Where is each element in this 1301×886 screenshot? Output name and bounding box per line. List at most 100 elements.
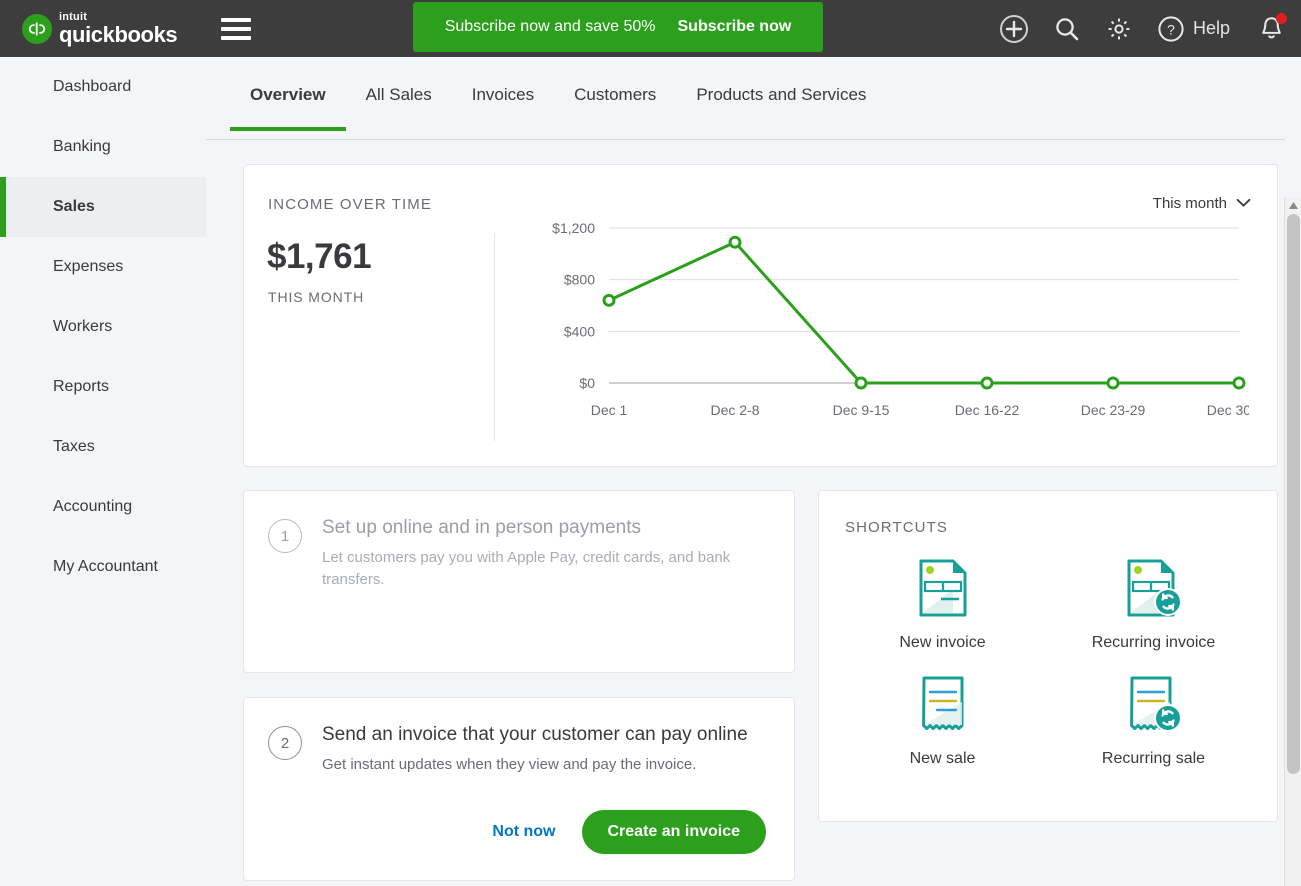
sidebar-item-reports[interactable]: Reports <box>0 357 206 417</box>
chart-y-tick-label: $0 <box>579 375 595 391</box>
step-body: Set up online and in person payments Let… <box>322 517 766 590</box>
help-button[interactable]: ? Help <box>1157 15 1230 43</box>
chart-y-tick-label: $400 <box>564 323 595 339</box>
chart-x-tick-label: Dec 2-8 <box>710 402 759 418</box>
step-title: Set up online and in person payments <box>322 517 641 538</box>
step-row: 1 Set up online and in person payments L… <box>268 517 766 590</box>
sidebar-item-label: Reports <box>53 378 110 395</box>
gear-icon[interactable] <box>1105 15 1133 43</box>
shortcut-new-sale[interactable]: New sale <box>837 674 1048 768</box>
promo-message: Subscribe now and save 50% <box>444 18 656 35</box>
not-now-button[interactable]: Not now <box>492 823 555 841</box>
period-dropdown[interactable]: This month <box>1153 195 1251 212</box>
subscribe-now-button[interactable]: Subscribe now <box>678 18 792 36</box>
sidebar-item-accounting[interactable]: Accounting <box>0 477 206 537</box>
shortcut-label: Recurring sale <box>1101 750 1206 767</box>
sidebar-item-workers[interactable]: Workers <box>0 297 206 357</box>
step-spacer <box>268 590 766 646</box>
main-content: Overview All Sales Invoices Customers Pr… <box>206 57 1301 886</box>
scroll-up-arrow-icon[interactable] <box>1285 197 1301 214</box>
chart-svg: $0 $400 $800 $1,200 Dec 1 Dec 2-8 Dec 9-15 Dec … <box>552 220 1271 418</box>
help-circle-icon: ? <box>1157 15 1185 43</box>
setup-step-1-card: 1 Set up online and in person payments L… <box>243 490 795 674</box>
scrollbar-thumb[interactable] <box>1287 214 1300 774</box>
tab-invoices[interactable]: Invoices <box>452 85 554 131</box>
tab-all-sales[interactable]: All Sales <box>346 85 452 131</box>
tab-label: All Sales <box>365 85 432 104</box>
sidebar-item-expenses[interactable]: Expenses <box>0 237 206 297</box>
sidebar-item-label: Banking <box>53 138 111 155</box>
tab-label: Products and Services <box>696 85 867 104</box>
invoice-document-icon <box>915 558 971 623</box>
tab-label: Customers <box>574 85 657 104</box>
sidebar-item-label: Workers <box>53 318 113 335</box>
income-line-chart: $0 $400 $800 $1,200 Dec 1 Dec 2-8 Dec 9-15 Dec … <box>519 220 1271 435</box>
setup-step-2-card: 2 Send an invoice that your customer can… <box>243 697 795 881</box>
create-an-invoice-button[interactable]: Create an invoice <box>581 809 766 854</box>
step-row: 2 Send an invoice that your customer can… <box>268 724 766 776</box>
sidebar-item-my-accountant[interactable]: My Accountant <box>0 537 206 597</box>
search-icon[interactable] <box>1053 15 1081 43</box>
income-period-label: THIS MONTH <box>268 289 365 305</box>
top-navigation-bar: intuit quickbooks Subscribe now and save… <box>0 0 1301 57</box>
chart-data-point <box>1106 376 1120 390</box>
sidebar-item-label: My Accountant <box>53 558 158 575</box>
step-description: Let customers pay you with Apple Pay, cr… <box>322 548 731 588</box>
shortcut-new-invoice[interactable]: New invoice <box>837 558 1048 652</box>
quickbooks-logo[interactable]: intuit quickbooks <box>22 10 178 46</box>
shortcuts-grid: New invoice Recurring invoice New sale R… <box>819 558 1277 768</box>
sidebar-item-label: Taxes <box>53 438 95 455</box>
sidebar-item-taxes[interactable]: Taxes <box>0 417 206 477</box>
tab-customers[interactable]: Customers <box>554 85 676 131</box>
shortcuts-title: SHORTCUTS <box>845 519 948 536</box>
sidebar-item-banking[interactable]: Banking <box>0 117 206 177</box>
tab-label: Invoices <box>471 85 535 104</box>
chart-x-tick-label: Dec 16-22 <box>955 402 1020 418</box>
chart-data-point <box>602 293 616 307</box>
setup-steps-column: 1 Set up online and in person payments L… <box>243 490 795 881</box>
sidebar-item-label: Expenses <box>53 258 124 275</box>
subscribe-promo-banner[interactable]: Subscribe now and save 50% Subscribe now <box>413 2 823 52</box>
step-title: Send an invoice that your customer can p… <box>322 724 748 746</box>
shortcut-label: Recurring invoice <box>1091 634 1216 651</box>
bell-icon[interactable] <box>1258 12 1287 43</box>
shortcut-recurring-sale[interactable]: Recurring sale <box>1048 674 1259 768</box>
chart-data-point <box>980 376 994 390</box>
recurring-invoice-icon <box>1123 558 1185 623</box>
help-label: Help <box>1192 18 1230 38</box>
chart-data-point <box>854 376 868 390</box>
chart-x-tick-label: Dec 1 <box>591 402 628 418</box>
quickbooks-app: intuit quickbooks Subscribe now and save… <box>0 0 1301 886</box>
svg-text:?: ? <box>1167 21 1175 37</box>
sidebar-navigation: Dashboard Banking Sales Expenses Workers… <box>0 57 206 886</box>
sidebar-item-dashboard[interactable]: Dashboard <box>0 57 206 117</box>
chart-x-tick-label: Dec 30-31 <box>1207 402 1249 418</box>
shortcut-recurring-invoice[interactable]: Recurring invoice <box>1048 558 1259 652</box>
chart-data-point <box>728 235 742 249</box>
recurring-sales-receipt-icon <box>1123 674 1185 739</box>
sidebar-item-label: Accounting <box>53 498 133 515</box>
overview-cards: INCOME OVER TIME $1,761 THIS MONTH This … <box>206 140 1301 886</box>
step-number-badge: 1 <box>268 519 302 553</box>
page-scrollbar[interactable] <box>1284 197 1301 886</box>
sidebar-item-sales[interactable]: Sales <box>0 177 206 237</box>
sidebar-item-label: Sales <box>53 198 95 215</box>
step-number-badge: 2 <box>268 726 302 761</box>
top-bar-actions: ? Help <box>999 0 1287 57</box>
shortcut-label: New invoice <box>899 634 986 651</box>
plus-circle-icon[interactable] <box>999 14 1029 44</box>
sales-receipt-icon <box>915 674 971 739</box>
period-dropdown-value: This month <box>1152 195 1227 212</box>
hamburger-menu-icon[interactable] <box>221 17 252 40</box>
notification-badge <box>1276 12 1287 24</box>
tab-label: Overview <box>250 85 326 104</box>
tab-overview[interactable]: Overview <box>230 85 346 131</box>
tab-products-and-services[interactable]: Products and Services <box>676 85 886 131</box>
qb-badge-icon <box>22 13 52 44</box>
income-over-time-card: INCOME OVER TIME $1,761 THIS MONTH This … <box>243 164 1278 467</box>
hamburger-line <box>221 26 252 31</box>
chart-y-tick-label: $800 <box>564 272 595 288</box>
brand-intuit: intuit <box>59 10 88 23</box>
sales-tab-bar: Overview All Sales Invoices Customers Pr… <box>206 57 1301 140</box>
shortcuts-card: SHORTCUTS New invoice Recurring invoice … <box>818 490 1278 822</box>
